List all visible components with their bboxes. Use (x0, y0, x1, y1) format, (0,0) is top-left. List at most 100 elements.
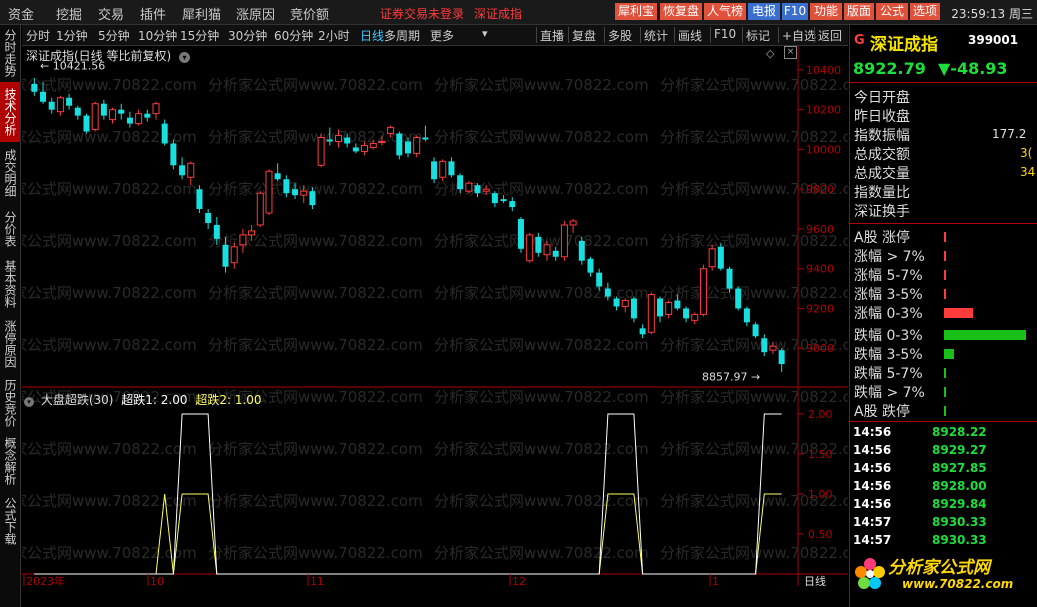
quote-field-label: 总成交量 (854, 166, 910, 182)
candle-body (309, 191, 316, 206)
breadth-up-bar (944, 232, 946, 242)
left-tab-4[interactable]: 基本资料 (0, 255, 20, 313)
candle-body (74, 107, 81, 116)
tool-button-6[interactable]: 标记 (746, 27, 770, 44)
candle-body (717, 246, 724, 269)
left-tab-7[interactable]: 概念解析 (0, 433, 20, 489)
toolbar-button-1[interactable]: 恢复盘 (660, 3, 702, 20)
x-tick-label: 11 (310, 575, 324, 586)
y-tick-label: 9000 (806, 342, 834, 355)
period-tab-4[interactable]: 15分钟 (180, 27, 219, 44)
left-tab-8[interactable]: 公式下载 (0, 491, 20, 551)
kline-chart[interactable]: 分析家公式网www.70822.com 分析家公式网www.70822.com 分析… (22, 46, 848, 586)
left-tab-0[interactable]: 分时走势 (0, 25, 20, 81)
menu-item-chajian[interactable]: 插件 (140, 4, 166, 23)
tick-value: 8928.22 (932, 425, 987, 439)
period-tab-3[interactable]: 10分钟 (138, 27, 177, 44)
tool-button-7[interactable]: +自选 (782, 27, 816, 44)
watermark-text: 分析家公式网www.70822.com (434, 544, 649, 562)
toolbar-button-4[interactable]: F10 (782, 3, 808, 20)
tool-button-3[interactable]: 统计 (644, 27, 668, 44)
quote-field-label: 昨日收盘 (854, 109, 910, 125)
candle-body (448, 161, 455, 176)
tool-button-4[interactable]: 画线 (678, 27, 702, 44)
tool-button-5[interactable]: F10 (714, 27, 736, 41)
candle-body (630, 298, 637, 319)
period-tab-5[interactable]: 30分钟 (228, 27, 267, 44)
menu-item-jiaoyi[interactable]: 交易 (98, 4, 124, 23)
toolbar-button-7[interactable]: 公式 (876, 3, 908, 20)
breadth-down-bar (944, 387, 946, 397)
login-warning[interactable]: 证券交易未登录 (380, 5, 464, 22)
breadth-up-bar (944, 251, 946, 261)
tool-button-2[interactable]: 多股 (608, 27, 632, 44)
candle-body (526, 234, 534, 262)
tick-time: 14:56 (853, 461, 892, 475)
watermark-text: 分析家公式网www.70822.com (208, 76, 423, 94)
breadth-up-bar (944, 308, 973, 318)
chevron-down-icon[interactable]: ▾ (482, 27, 488, 40)
quote-field-value: 34 (1020, 165, 1036, 179)
toolbar-button-5[interactable]: 功能 (810, 3, 842, 20)
tick-value: 8928.00 (932, 479, 987, 493)
candle-body (126, 117, 133, 124)
toolbar-button-6[interactable]: 版面 (844, 3, 874, 20)
tool-button-1[interactable]: 复盘 (572, 27, 596, 44)
candle-body (48, 101, 55, 110)
period-tab-8[interactable]: 日线 (360, 27, 384, 44)
left-tab-3[interactable]: 分价表 (0, 205, 20, 253)
candle-body (569, 220, 577, 226)
candle-body (196, 189, 203, 210)
indicator-line2-value: 超跌2: 1.00 (195, 393, 262, 407)
watermark-text: 分析家公式网www.70822.com (22, 232, 197, 250)
watermark-text: 分析家公式网www.70822.com (22, 492, 197, 510)
indicator-name: 大盘超跌(30) (40, 393, 114, 407)
tool-button-8[interactable]: 返回 (818, 27, 842, 44)
candle-body (621, 299, 629, 307)
menu-item-wajue[interactable]: 挖掘 (56, 4, 82, 23)
candle-body (761, 338, 768, 353)
watermark-text: 分析家公式网www.70822.com (660, 284, 848, 302)
breadth-down-label: A股 跌停 (854, 404, 911, 420)
menu-item-xilimao[interactable]: 犀利猫 (182, 4, 221, 23)
period-tab-0[interactable]: 分时 (26, 27, 50, 44)
candle-body (100, 103, 107, 116)
candle-body (135, 113, 143, 125)
candle-body (170, 143, 177, 166)
menu-item-jingjiae[interactable]: 竞价额 (290, 4, 329, 23)
y-tick-label: 9600 (806, 223, 834, 236)
period-tab-7[interactable]: 2小时 (318, 27, 350, 44)
chevron-down-icon[interactable]: ▾ (24, 397, 34, 407)
x-right-label: 日线 (804, 574, 826, 586)
left-tab-1[interactable]: 技术分析 (0, 82, 20, 142)
candle-body (647, 294, 655, 333)
candle-body (517, 218, 524, 249)
candle-body (109, 109, 117, 121)
candle-body (683, 308, 690, 319)
toolbar-button-3[interactable]: 电报 (748, 3, 780, 20)
toolbar-button-0[interactable]: 犀利宝 (615, 3, 657, 20)
quote-price: 8922.79 (853, 59, 926, 78)
watermark-text: 分析家公式网www.70822.com (434, 388, 649, 406)
period-tab-1[interactable]: 1分钟 (56, 27, 88, 44)
toolbar-button-8[interactable]: 选项 (910, 3, 940, 20)
candle-body (352, 147, 359, 152)
period-tab-2[interactable]: 5分钟 (98, 27, 130, 44)
period-tab-9[interactable]: 多周期 (384, 27, 420, 44)
quote-field-label: 今日开盘 (854, 90, 910, 106)
toolbar-button-2[interactable]: 人气榜 (704, 3, 746, 20)
candle-body (152, 103, 160, 115)
current-index-link[interactable]: 深证成指 (474, 5, 522, 22)
left-tab-6[interactable]: 历史竞价 (0, 375, 20, 431)
high-label: ← 10421.56 (40, 60, 105, 73)
candle-body (118, 109, 125, 114)
tool-button-0[interactable]: 直播 (540, 27, 564, 44)
left-tab-5[interactable]: 涨停原因 (0, 315, 20, 373)
menu-item-zijin[interactable]: 资金 (8, 4, 34, 23)
breadth-down-bar (944, 330, 1026, 340)
period-tab-10[interactable]: 更多 (430, 27, 454, 44)
menu-item-zhangyuanyin[interactable]: 涨原因 (236, 4, 275, 23)
ind-y-tick-label: 2.00 (808, 408, 833, 421)
period-tab-6[interactable]: 60分钟 (274, 27, 313, 44)
left-tab-2[interactable]: 成交明细 (0, 143, 20, 203)
